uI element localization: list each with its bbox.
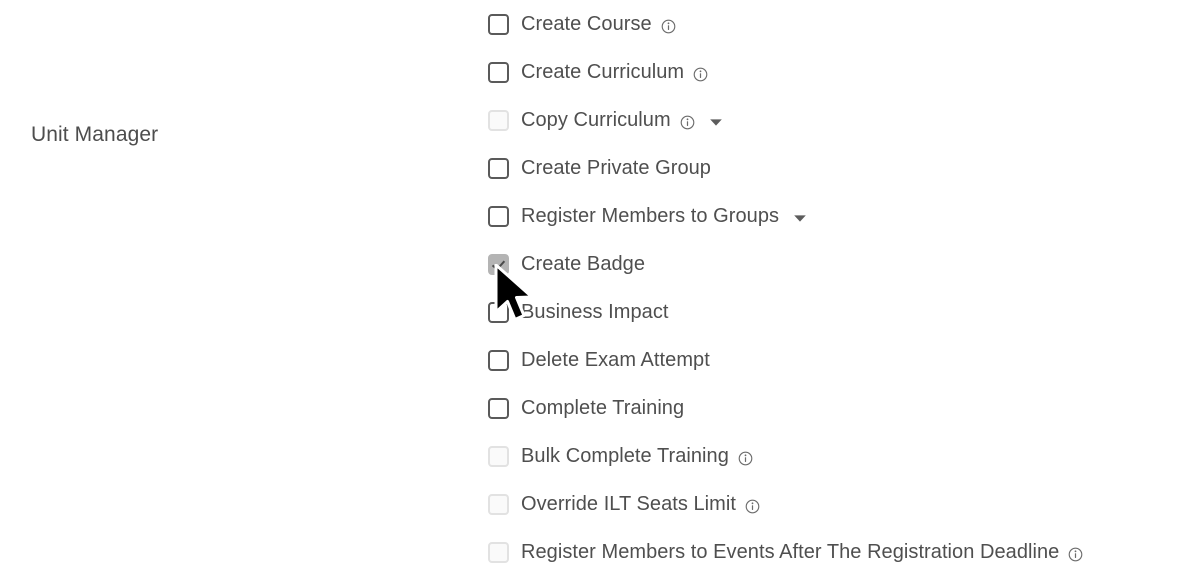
info-circle-icon[interactable] <box>1068 547 1083 562</box>
permission-row[interactable]: Bulk Complete Training <box>488 432 1204 480</box>
permission-checkbox <box>488 541 509 563</box>
permission-checkbox[interactable] <box>488 157 509 179</box>
role-name-label: Unit Manager <box>31 123 159 146</box>
permissions-panel: Unit Manager Create Course Create Curricu… <box>0 0 1204 582</box>
chevron-down-icon[interactable] <box>708 114 724 130</box>
permission-checkbox[interactable] <box>488 349 509 371</box>
permission-checkbox <box>488 109 509 131</box>
permission-row[interactable]: Override ILT Seats Limit <box>488 480 1204 528</box>
permission-row[interactable]: Create Course <box>488 0 1204 48</box>
permission-label: Create Course <box>521 13 652 35</box>
permission-label: Register Members to Groups <box>521 205 780 227</box>
permission-checkbox-list: Create Course Create Curriculum Copy Curri… <box>488 0 1204 576</box>
info-circle-icon[interactable] <box>693 67 708 82</box>
permission-label: Register Members to Events After The Reg… <box>521 541 1060 563</box>
permission-row[interactable]: Register Members to Events After The Reg… <box>488 528 1204 576</box>
permission-label: Complete Training <box>521 397 685 419</box>
permission-row[interactable]: Register Members to Groups <box>488 192 1204 240</box>
permission-row[interactable]: Business Impact <box>488 288 1204 336</box>
permission-checkbox[interactable] <box>488 61 509 83</box>
permission-label: Create Private Group <box>521 157 711 179</box>
info-circle-icon[interactable] <box>738 451 753 466</box>
info-circle-icon[interactable] <box>680 115 695 130</box>
permission-row[interactable]: Copy Curriculum <box>488 96 1204 144</box>
permission-label: Bulk Complete Training <box>521 445 729 467</box>
permission-checkbox[interactable] <box>488 13 509 35</box>
permission-row[interactable]: Create Private Group <box>488 144 1204 192</box>
permission-checkbox[interactable] <box>488 397 509 419</box>
info-circle-icon[interactable] <box>661 19 676 34</box>
permission-label: Delete Exam Attempt <box>521 349 710 371</box>
chevron-down-icon[interactable] <box>792 210 808 226</box>
permission-label: Create Curriculum <box>521 61 685 83</box>
permission-label: Business Impact <box>521 301 669 323</box>
permission-row[interactable]: Complete Training <box>488 384 1204 432</box>
permission-label: Copy Curriculum <box>521 109 671 131</box>
permission-row[interactable]: Create Curriculum <box>488 48 1204 96</box>
permission-checkbox[interactable] <box>488 301 509 323</box>
permission-label: Override ILT Seats Limit <box>521 493 736 515</box>
permission-checkbox <box>488 445 509 467</box>
permission-row[interactable]: Create Badge <box>488 240 1204 288</box>
permission-checkbox[interactable] <box>488 205 509 227</box>
permission-checkbox <box>488 493 509 515</box>
permission-checkbox[interactable] <box>488 253 509 275</box>
permission-label: Create Badge <box>521 253 646 275</box>
info-circle-icon[interactable] <box>745 499 760 514</box>
permission-row[interactable]: Delete Exam Attempt <box>488 336 1204 384</box>
